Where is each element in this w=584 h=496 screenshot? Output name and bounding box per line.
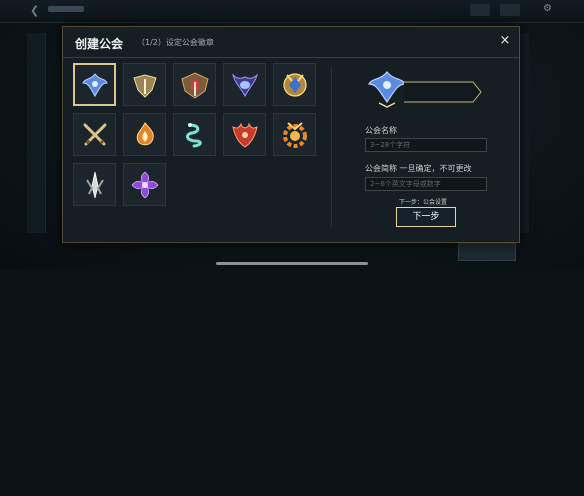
emblem-tile-bronze-shield[interactable] <box>173 63 216 106</box>
background-left-panel <box>27 33 46 233</box>
emblem-tile-red-flame[interactable] <box>223 113 266 156</box>
gold-blue-crest-icon <box>282 72 307 97</box>
emblem-tile-blue-winged[interactable] <box>73 63 116 106</box>
guild-name-banner <box>404 81 482 103</box>
emblem-tile-orange-flame[interactable] <box>123 113 166 156</box>
teal-serpent-icon <box>185 122 202 147</box>
background-top-button[interactable] <box>470 4 490 16</box>
create-guild-dialog: 创建公会 （1/2）设定公会徽章 × 公会名称 3~28个字符 公会简称 一旦确… <box>62 26 520 243</box>
emblem-tile-teal-serpent[interactable] <box>173 113 216 156</box>
silver-blade-icon <box>85 171 104 198</box>
emblem-tile-crossed-swords[interactable] <box>73 113 116 156</box>
crossed-swords-icon <box>83 123 106 145</box>
next-step-hint: 下一步：公会设置 <box>399 199 448 206</box>
settings-icon[interactable]: ⚙ <box>543 3 555 15</box>
close-button[interactable]: × <box>497 33 513 49</box>
emblem-tile-silver-blade[interactable] <box>73 163 116 206</box>
background-right-panel <box>519 33 529 233</box>
red-flame-crest-icon <box>231 121 258 148</box>
emblem-tile-gold-blue[interactable] <box>273 63 316 106</box>
background-top-bar: ❮ ⚙ <box>0 0 584 23</box>
next-step-button[interactable]: 下一步 <box>396 207 456 227</box>
background-top-button[interactable] <box>500 4 520 16</box>
emblem-tile-orange-gear[interactable] <box>273 113 316 156</box>
dialog-header: 创建公会 （1/2）设定公会徽章 × <box>63 27 519 58</box>
background-bottom-button[interactable] <box>458 243 516 261</box>
background-title-placeholder <box>48 6 84 12</box>
emblem-tile-purple-shuriken[interactable] <box>123 163 166 206</box>
home-indicator[interactable] <box>216 262 368 265</box>
guild-name-input[interactable]: 3~28个字符 <box>365 138 487 152</box>
dialog-title: 创建公会 <box>75 37 124 51</box>
purple-shuriken-icon <box>130 170 159 199</box>
guild-name-label: 公会名称 <box>365 126 397 135</box>
gold-wing-crest-icon <box>132 73 157 98</box>
orange-gear-crest-icon <box>282 121 307 148</box>
orange-flame-icon <box>136 121 154 145</box>
dialog-step-text: （1/2）设定公会徽章 <box>137 38 214 47</box>
guild-short-name-input[interactable]: 2~6个英文字母或数字 <box>365 177 487 191</box>
back-icon[interactable]: ❮ <box>30 4 46 18</box>
blue-winged-emblem-icon <box>81 72 108 97</box>
panel-divider <box>331 67 332 227</box>
emblem-tile-purple-horned[interactable] <box>223 63 266 106</box>
bronze-shield-crest-icon <box>180 71 209 99</box>
purple-horned-crest-icon <box>231 72 258 97</box>
guild-short-name-label: 公会简称 一旦确定，不可更改 <box>365 164 472 173</box>
emblem-tile-gold-wing[interactable] <box>123 63 166 106</box>
